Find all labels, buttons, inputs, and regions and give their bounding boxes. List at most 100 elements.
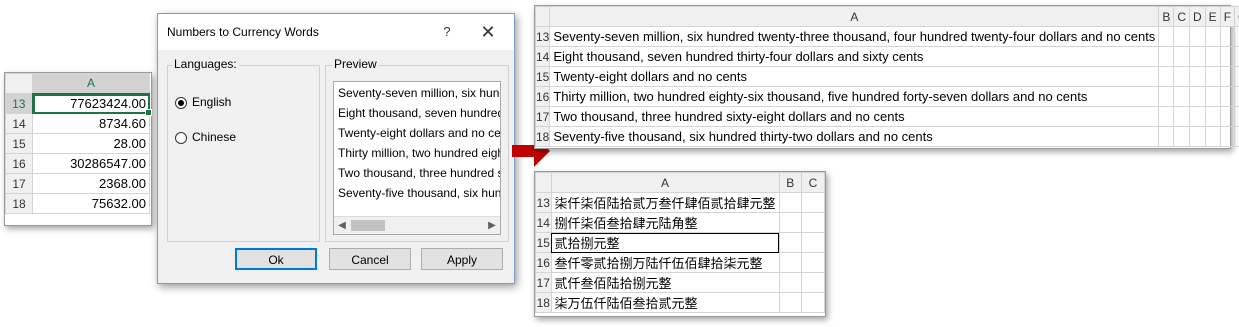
- cell-value[interactable]: Seventy-seven million, six hundred twent…: [549, 26, 1160, 47]
- column-header[interactable]: C: [800, 172, 826, 193]
- cell-value[interactable]: Thirty million, two hundred eighty-six t…: [549, 86, 1160, 107]
- english-result-grid: A B C D E F G H I J 13 Seventy-seven mil…: [534, 6, 1239, 147]
- cell-text: Thirty million, two hundred eighty-six t…: [553, 89, 1088, 104]
- column-header[interactable]: A: [550, 172, 780, 193]
- scroll-left-icon[interactable]: ◀: [334, 217, 350, 234]
- row-header[interactable]: 14: [535, 212, 552, 233]
- cell-value[interactable]: 柒万伍仟陆佰叁拾贰元整: [550, 292, 780, 313]
- corner-cell[interactable]: [535, 172, 552, 193]
- column-header[interactable]: B: [1158, 6, 1175, 27]
- row-header[interactable]: 15: [5, 133, 33, 154]
- table-row: 15 28.00: [5, 133, 150, 154]
- cell-text: Eight thousand, seven hundred thirty-fou…: [553, 49, 924, 64]
- table-row: 17 贰仟叁佰陆拾捌元整: [535, 272, 826, 293]
- cancel-button[interactable]: Cancel: [329, 248, 411, 270]
- row-header[interactable]: 17: [5, 173, 33, 194]
- cell-value[interactable]: 77623424.00: [32, 93, 152, 116]
- english-radio[interactable]: [175, 96, 187, 109]
- row-header[interactable]: 15: [535, 232, 552, 253]
- preview-line: Eight thousand, seven hundred thirty-fou…: [338, 106, 501, 120]
- preview-line: Seventy-seven million, six hundred twent…: [338, 86, 500, 100]
- column-header-a[interactable]: A: [32, 73, 150, 95]
- dialog-title-bar[interactable]: Numbers to Currency Words ? ✕: [158, 14, 514, 50]
- column-header[interactable]: C: [1173, 6, 1190, 27]
- chinese-result-grid: A B C 13 柒仟柒佰陆拾贰万叁仟肆佰贰拾肆元整 14 捌仟柒佰叁拾肆元陆角…: [535, 172, 826, 313]
- row-header[interactable]: 16: [5, 153, 33, 174]
- source-spreadsheet: A 13 77623424.00 14 8734.60 15 28.00 16 …: [4, 72, 152, 226]
- chinese-result-spreadsheet: A B C 13 柒仟柒佰陆拾贰万叁仟肆佰贰拾肆元整 14 捌仟柒佰叁拾肆元陆角…: [534, 171, 826, 317]
- horizontal-scrollbar[interactable]: ◀ ▶: [334, 216, 500, 234]
- table-row: 13 柒仟柒佰陆拾贰万叁仟肆佰贰拾肆元整: [535, 192, 826, 213]
- cell-value[interactable]: Twenty-eight dollars and no cents: [549, 66, 1160, 87]
- preview-list[interactable]: Seventy-seven million, six hundred twent…: [333, 81, 501, 235]
- scrollbar-thumb[interactable]: [351, 220, 385, 231]
- row-header[interactable]: 18: [535, 292, 552, 313]
- row-header[interactable]: 13: [534, 26, 551, 47]
- table-row: 18 Seventy-five thousand, six hundred th…: [534, 126, 1239, 147]
- cell-value[interactable]: 28.00: [32, 133, 150, 154]
- column-header[interactable]: E: [1204, 6, 1221, 27]
- cell-value[interactable]: 捌仟柒佰叁拾肆元陆角整: [550, 212, 780, 233]
- source-grid: A 13 77623424.00 14 8734.60 15 28.00 16 …: [5, 73, 152, 214]
- row-header[interactable]: 13: [535, 192, 552, 213]
- ok-button[interactable]: Ok: [235, 248, 317, 270]
- column-header[interactable]: D: [1189, 6, 1206, 27]
- cell-text: 柒万伍仟陆佰叁拾贰元整: [554, 296, 698, 311]
- cell-value[interactable]: 贰拾捌元整: [550, 232, 780, 253]
- column-header[interactable]: F: [1219, 6, 1236, 27]
- cell-text: 贰仟叁佰陆拾捌元整: [554, 276, 672, 291]
- dialog-title: Numbers to Currency Words: [167, 25, 319, 39]
- cell-value[interactable]: 30286547.00: [32, 153, 150, 174]
- chinese-label: Chinese: [192, 130, 237, 144]
- languages-group: [167, 65, 320, 242]
- row-header[interactable]: 15: [534, 66, 551, 87]
- table-row: 14 捌仟柒佰叁拾肆元陆角整: [535, 212, 826, 233]
- table-row: 15 贰拾捌元整: [535, 232, 826, 253]
- preview-label: Preview: [332, 57, 379, 71]
- chinese-option[interactable]: Chinese: [175, 129, 236, 145]
- row-header[interactable]: 16: [534, 86, 551, 107]
- numbers-to-currency-words-dialog: Numbers to Currency Words ? ✕ Languages:…: [157, 13, 515, 284]
- preview-line: Thirty million, two hundred eighty-six t…: [338, 146, 500, 160]
- row-header[interactable]: 14: [5, 113, 33, 134]
- cell-text: 贰拾捌元整: [554, 236, 620, 251]
- row-header[interactable]: 16: [535, 252, 552, 273]
- cell-text: Twenty-eight dollars and no cents: [553, 69, 748, 84]
- english-option[interactable]: English: [175, 94, 231, 110]
- cell-value[interactable]: 2368.00: [32, 173, 150, 194]
- cell-value[interactable]: Two thousand, three hundred sixty-eight …: [549, 106, 1160, 127]
- cell-text: Seventy-seven million, six hundred twent…: [553, 29, 1156, 44]
- cell-value[interactable]: 叁仟零贰拾捌万陆仟伍佰肆拾柒元整: [550, 252, 780, 273]
- row-header[interactable]: 18: [534, 126, 551, 147]
- help-button[interactable]: ?: [435, 22, 459, 42]
- scroll-right-icon[interactable]: ▶: [484, 217, 500, 234]
- column-header[interactable]: B: [778, 172, 802, 193]
- preview-line: Twenty-eight dollars and no cents: [338, 126, 501, 140]
- close-button[interactable]: ✕: [468, 19, 508, 45]
- table-row: 13 Seventy-seven million, six hundred tw…: [534, 26, 1239, 47]
- row-header[interactable]: 13: [5, 93, 34, 114]
- cell-value[interactable]: 8734.60: [32, 113, 150, 134]
- chinese-radio[interactable]: [175, 131, 187, 144]
- languages-label: Languages:: [172, 57, 239, 71]
- corner-cell[interactable]: [534, 6, 551, 27]
- cell-text: 捌仟柒佰叁拾肆元陆角整: [554, 216, 698, 231]
- corner-cell[interactable]: [5, 73, 33, 94]
- row-header[interactable]: 14: [534, 46, 551, 67]
- cell-value[interactable]: Eight thousand, seven hundred thirty-fou…: [549, 46, 1160, 67]
- row-header[interactable]: 17: [534, 106, 551, 127]
- table-row: 16 30286547.00: [5, 153, 150, 174]
- english-label: English: [192, 95, 232, 109]
- cell-value[interactable]: 贰仟叁佰陆拾捌元整: [550, 272, 780, 293]
- cell-value[interactable]: Seventy-five thousand, six hundred thirt…: [549, 126, 1160, 147]
- row-header[interactable]: 18: [5, 193, 33, 214]
- cell-value[interactable]: 75632.00: [32, 193, 150, 214]
- apply-button[interactable]: Apply: [421, 248, 503, 270]
- cell-text: Two thousand, three hundred sixty-eight …: [553, 109, 905, 124]
- row-header[interactable]: 17: [535, 272, 552, 293]
- cell-value[interactable]: 柒仟柒佰陆拾贰万叁仟肆佰贰拾肆元整: [550, 192, 780, 213]
- column-header[interactable]: A: [549, 6, 1160, 27]
- table-row: 14 8734.60: [5, 113, 150, 134]
- column-header[interactable]: G: [1234, 6, 1239, 27]
- table-row: 14 Eight thousand, seven hundred thirty-…: [534, 46, 1239, 67]
